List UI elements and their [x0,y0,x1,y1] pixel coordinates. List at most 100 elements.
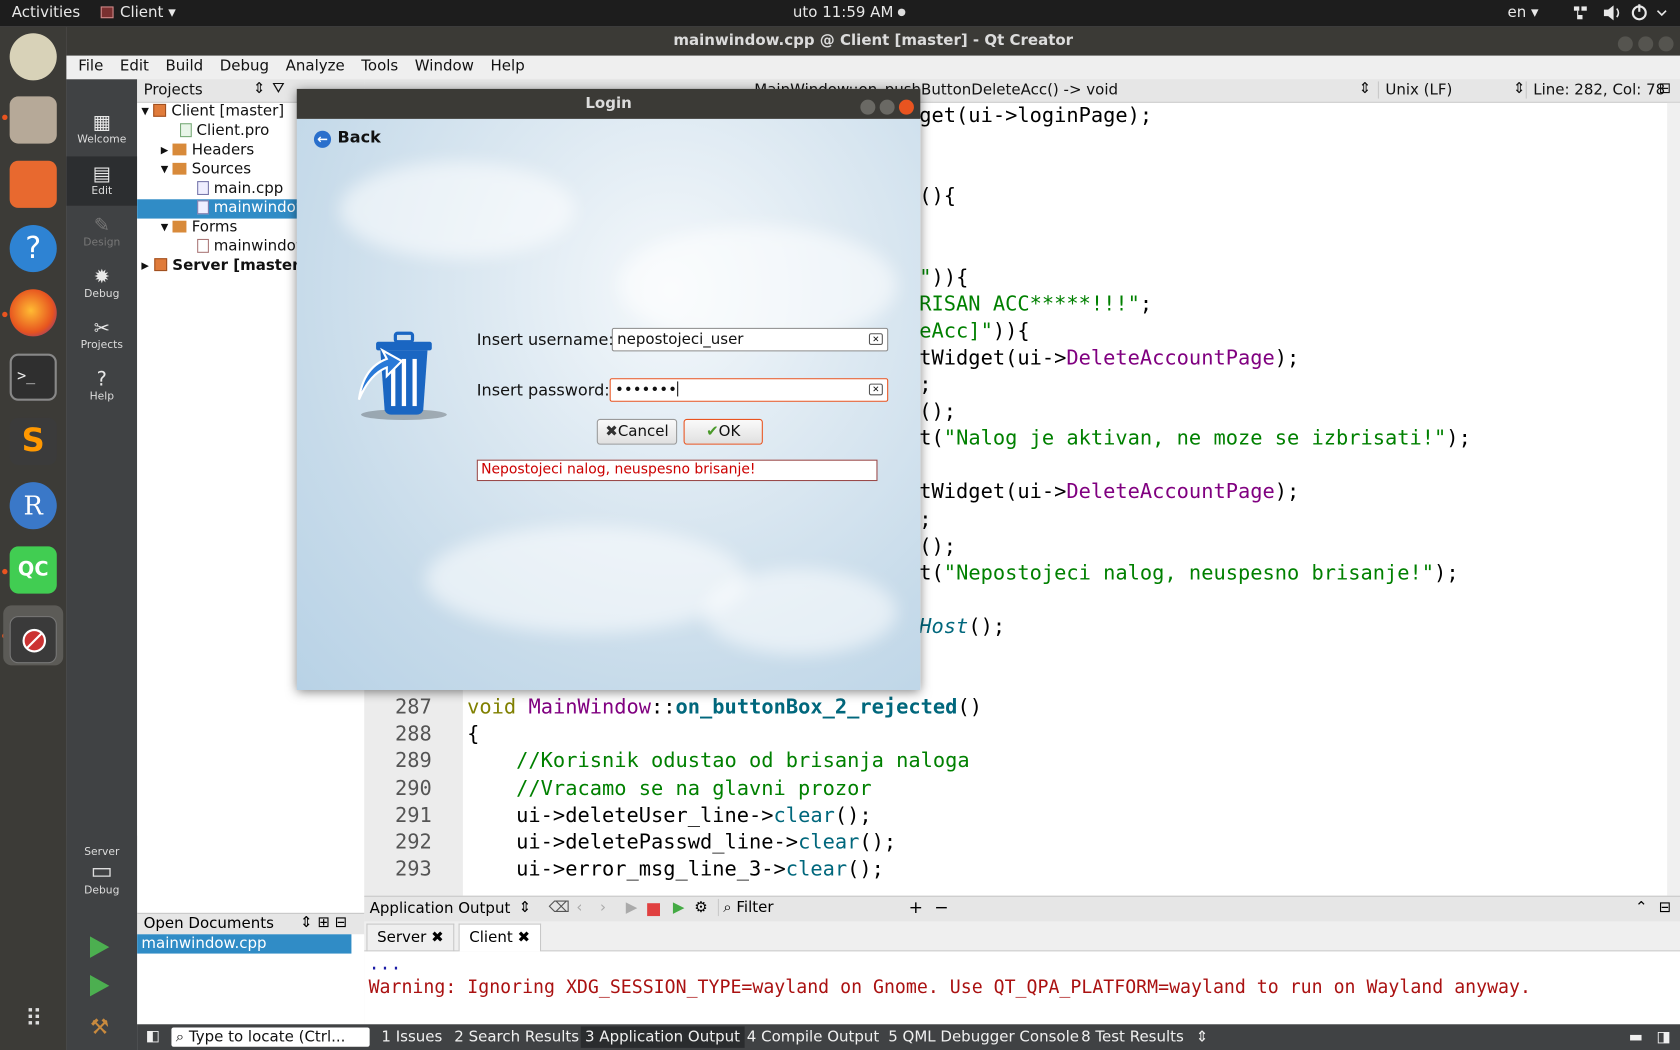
line-number: 289 [395,749,432,773]
tree-item-server[interactable]: ▸ Server [master] [141,257,306,276]
mode-design[interactable]: ✎ Design [66,208,137,257]
pane-application-output[interactable]: 3 Application Output [580,1026,745,1048]
mode-edit[interactable]: ▤ Edit [66,156,138,206]
filter-icon[interactable]: ⛛ [272,80,285,97]
prev-icon[interactable]: ‹ [576,899,582,916]
menu-analyze[interactable]: Analyze [286,58,345,75]
cloud-background [618,226,897,344]
mode-help[interactable]: ? Help [66,362,137,411]
menu-window[interactable]: Window [415,58,474,75]
attach-debugger-icon[interactable]: ▶ [673,899,685,916]
software-center-icon[interactable] [9,160,57,208]
close-pane-icon[interactable]: ⊟ [1659,899,1672,916]
tree-item-client-pro[interactable]: Client.pro [180,122,269,141]
tree-item-client[interactable]: ▾ Client [master] [141,103,284,122]
mode-debug[interactable]: ✹ Debug [66,259,137,308]
menu-build[interactable]: Build [166,58,204,75]
toggle-output-icon[interactable]: ◨ [1656,1029,1670,1046]
line-number: 288 [395,722,432,747]
tree-item-sources[interactable]: ▾ Sources [161,161,251,180]
firefox-icon[interactable] [9,289,57,337]
qt-creator-icon[interactable]: QC [9,546,57,594]
tree-item-forms[interactable]: ▾ Forms [161,219,238,238]
close-tab-icon[interactable]: ✖ [517,929,530,946]
app-menu[interactable]: Client ▾ [100,4,176,21]
password-field[interactable]: ••••••• ✕ [609,378,889,402]
output-filter[interactable]: ⌕ Filter [717,898,774,917]
pane-issues[interactable]: 1 Issues [381,1029,442,1046]
pane-selector-icon[interactable]: ⇕ [519,899,532,916]
remove-icon[interactable]: − [934,897,948,917]
clear-icon[interactable]: ⌫ [549,899,570,916]
cursor-position[interactable]: Line: 282, Col: 78 [1525,81,1665,99]
mode-welcome[interactable]: ▦ Welcome [66,105,137,154]
mode-debug-label: Debug [84,288,120,301]
maximize-pane-icon[interactable]: ⌃ [1635,899,1648,916]
application-output[interactable]: ... Warning: Ignoring XDG_SESSION_TYPE=w… [364,951,1680,1025]
menu-help[interactable]: Help [491,58,525,75]
maximize-button[interactable] [1638,36,1654,52]
pane-search-results[interactable]: 2 Search Results [454,1029,579,1046]
show-applications-icon[interactable]: ⠿ [10,996,57,1043]
ok-button[interactable]: ✔OK [683,418,763,445]
sublime-text-icon[interactable]: S [9,417,57,466]
clear-field-icon[interactable]: ✕ [868,383,883,396]
debug-run-button[interactable] [90,975,110,997]
system-menu[interactable] [1572,3,1671,27]
dialog-minimize-button[interactable] [860,99,876,115]
language-menu[interactable]: en ▾ [1508,4,1539,21]
minimize-button[interactable] [1617,36,1633,52]
line-ending-selector[interactable]: Unix (LF) [1377,81,1452,99]
folder-icon [173,143,187,156]
stop-button[interactable] [647,903,661,917]
menu-debug[interactable]: Debug [220,58,269,75]
ok-label: OK [718,423,741,441]
close-button[interactable] [1658,36,1674,52]
code-line-fragment: tWidget(ui->DeleteAccountPage); [919,480,1300,504]
menu-edit[interactable]: Edit [120,58,149,75]
client-app-icon[interactable] [9,616,57,664]
progress-icon[interactable]: ▬ [1629,1029,1643,1046]
add-icon[interactable]: + [909,897,923,917]
vertical-scrollbar[interactable] [1667,102,1680,896]
help-icon[interactable]: ? [9,225,57,273]
files-icon[interactable] [9,96,57,144]
settings-icon[interactable]: ⚙ [694,899,707,916]
locator-input[interactable]: ⌕ Type to locate (Ctrl... [171,1027,370,1047]
tab-server[interactable]: Server ✖ [366,923,455,952]
clock[interactable]: uto 11:59 AM [793,4,906,21]
password-value: ••••••• [615,381,677,399]
mode-projects[interactable]: ✂ Projects [66,311,137,360]
pane-test-results[interactable]: 8 Test Results [1081,1029,1184,1046]
kit-selector[interactable]: Server ▭ Debug [66,846,137,896]
tab-client[interactable]: Client ✖ [458,923,541,952]
close-tab-icon[interactable]: ✖ [431,929,444,946]
pane-selector-icon[interactable]: ⇕ [253,80,266,97]
rerun-icon[interactable]: ▶ [626,899,638,916]
clear-field-icon[interactable]: ✕ [868,333,883,346]
run-button[interactable] [90,936,110,958]
back-button[interactable]: ← Back [313,128,381,148]
menu-tools[interactable]: Tools [361,58,398,75]
build-hammer-icon[interactable]: ⚒ [90,1014,109,1040]
more-panes-icon[interactable]: ⇕ [1196,1029,1209,1046]
toggle-sidebar-icon[interactable]: ◧ [146,1028,160,1045]
tree-item-headers[interactable]: ▸ Headers [161,141,254,160]
pane-selector-icon[interactable]: ⇕ ⊞ ⊟ [300,914,347,931]
dialog-maximize-button[interactable] [879,99,895,115]
dialog-close-button[interactable] [898,99,914,115]
pane-qml-debugger-console[interactable]: 5 QML Debugger Console [888,1029,1079,1046]
rhythmbox-icon[interactable] [9,33,57,81]
activities-button[interactable]: Activities [12,4,80,21]
terminal-icon[interactable]: >_ [9,353,57,401]
menu-file[interactable]: File [78,58,103,75]
pane-compile-output[interactable]: 4 Compile Output [747,1029,880,1046]
cancel-label: Cancel [617,423,669,441]
split-icon[interactable]: ⊟ [1659,80,1672,97]
cancel-button[interactable]: ✖Cancel [596,418,678,445]
r-icon[interactable]: R [9,482,57,530]
tree-item-main-cpp[interactable]: main.cpp [197,180,283,199]
open-document-item[interactable]: mainwindow.cpp [137,934,352,954]
next-icon[interactable]: › [600,899,606,916]
username-field[interactable]: nepostojeci_user ✕ [611,327,889,352]
